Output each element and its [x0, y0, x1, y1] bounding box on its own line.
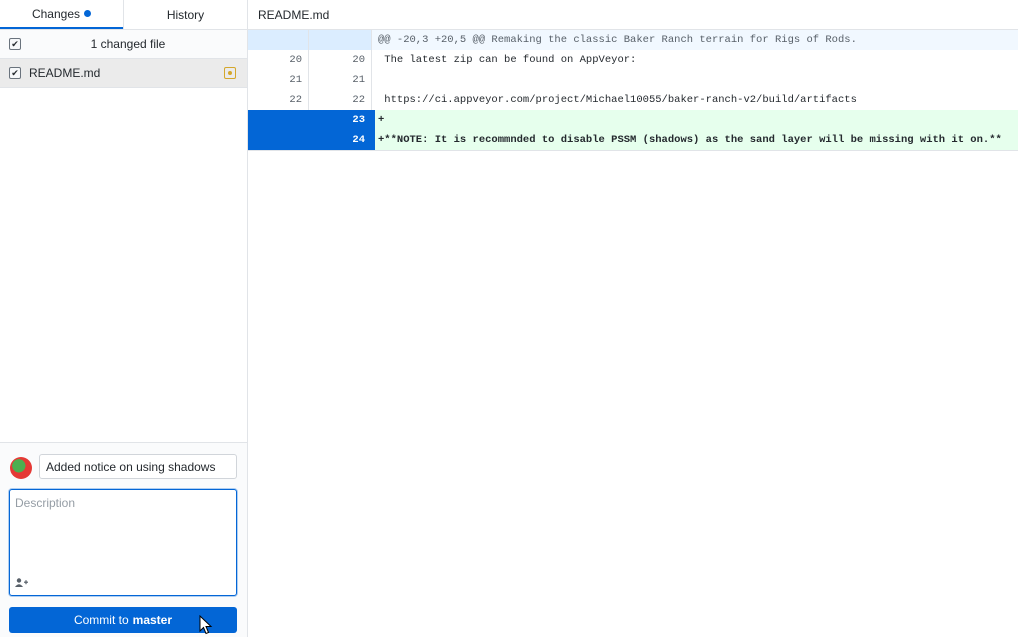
file-modified-icon: [224, 67, 236, 79]
old-line-number: [248, 110, 309, 130]
hunk-header-text: @@ -20,3 +20,5 @@ Remaking the classic B…: [372, 30, 1018, 50]
tab-changes[interactable]: Changes: [0, 0, 123, 29]
sidebar: Changes History ✔ 1 changed file ✔ READM…: [0, 0, 248, 637]
old-line-number: [248, 30, 309, 50]
diff-line-added[interactable]: 23 +: [248, 110, 1018, 130]
tab-changes-label: Changes: [31, 6, 81, 21]
changes-indicator-dot: [84, 10, 92, 17]
diff-hunk-header: @@ -20,3 +20,5 @@ Remaking the classic B…: [248, 30, 1018, 50]
avatar: [10, 457, 32, 479]
tab-history-label: History: [166, 7, 205, 22]
file-list-item[interactable]: ✔ README.md: [0, 59, 247, 88]
new-line-number: 21: [309, 70, 372, 90]
file-name: README.md: [29, 66, 101, 80]
diff-line[interactable]: 20 20 The latest zip can be found on App…: [248, 50, 1018, 70]
commit-button-label: Commit to: [73, 613, 129, 627]
diff-line[interactable]: 21 21: [248, 70, 1018, 90]
commit-form: Added notice on using shadows Commit to …: [0, 442, 247, 637]
commit-summary-input[interactable]: Added notice on using shadows: [39, 454, 237, 479]
changed-files-count: 1 changed file: [90, 37, 166, 51]
old-line-number: 21: [248, 70, 309, 90]
diff-panel: README.md @@ -20,3 +20,5 @@ Remaking the…: [248, 0, 1018, 637]
diff-line-text: [372, 70, 1018, 90]
file-include-checkbox[interactable]: ✔: [9, 67, 21, 79]
new-line-number: 24: [309, 130, 372, 150]
commit-branch-name: master: [132, 613, 173, 627]
commit-description-textarea[interactable]: [10, 490, 236, 575]
select-all-checkbox[interactable]: ✔: [9, 38, 21, 50]
diff-file-header: README.md: [248, 0, 1018, 30]
old-line-number: 20: [248, 50, 309, 70]
diff-line-text: +: [372, 110, 1018, 130]
tab-history[interactable]: History: [123, 0, 247, 29]
diff-line[interactable]: 22 22 https://ci.appveyor.com/project/Mi…: [248, 90, 1018, 110]
new-line-number: 22: [309, 90, 372, 110]
diff-line-text: https://ci.appveyor.com/project/Michael1…: [378, 94, 857, 106]
old-line-number: 22: [248, 90, 309, 110]
add-coauthor-icon[interactable]: [15, 578, 28, 590]
diff-line-added[interactable]: 24 +**NOTE: It is recommnded to disable …: [248, 130, 1018, 150]
diff-file-name: README.md: [258, 7, 330, 22]
new-line-number: 23: [309, 110, 372, 130]
diff-view: @@ -20,3 +20,5 @@ Remaking the classic B…: [248, 30, 1018, 151]
diff-line-text: +**NOTE: It is recommnded to disable PSS…: [372, 130, 1018, 150]
old-line-number: [248, 130, 309, 150]
diff-end-divider: [248, 150, 1018, 151]
new-line-number: [309, 30, 372, 50]
mouse-cursor-icon: [199, 615, 213, 635]
new-line-number: 20: [309, 50, 372, 70]
diff-line-text: The latest zip can be found on AppVeyor:: [378, 54, 637, 66]
commit-description-field[interactable]: [9, 489, 237, 596]
changed-files-header: ✔ 1 changed file: [0, 30, 247, 59]
sidebar-tabs: Changes History: [0, 0, 247, 30]
